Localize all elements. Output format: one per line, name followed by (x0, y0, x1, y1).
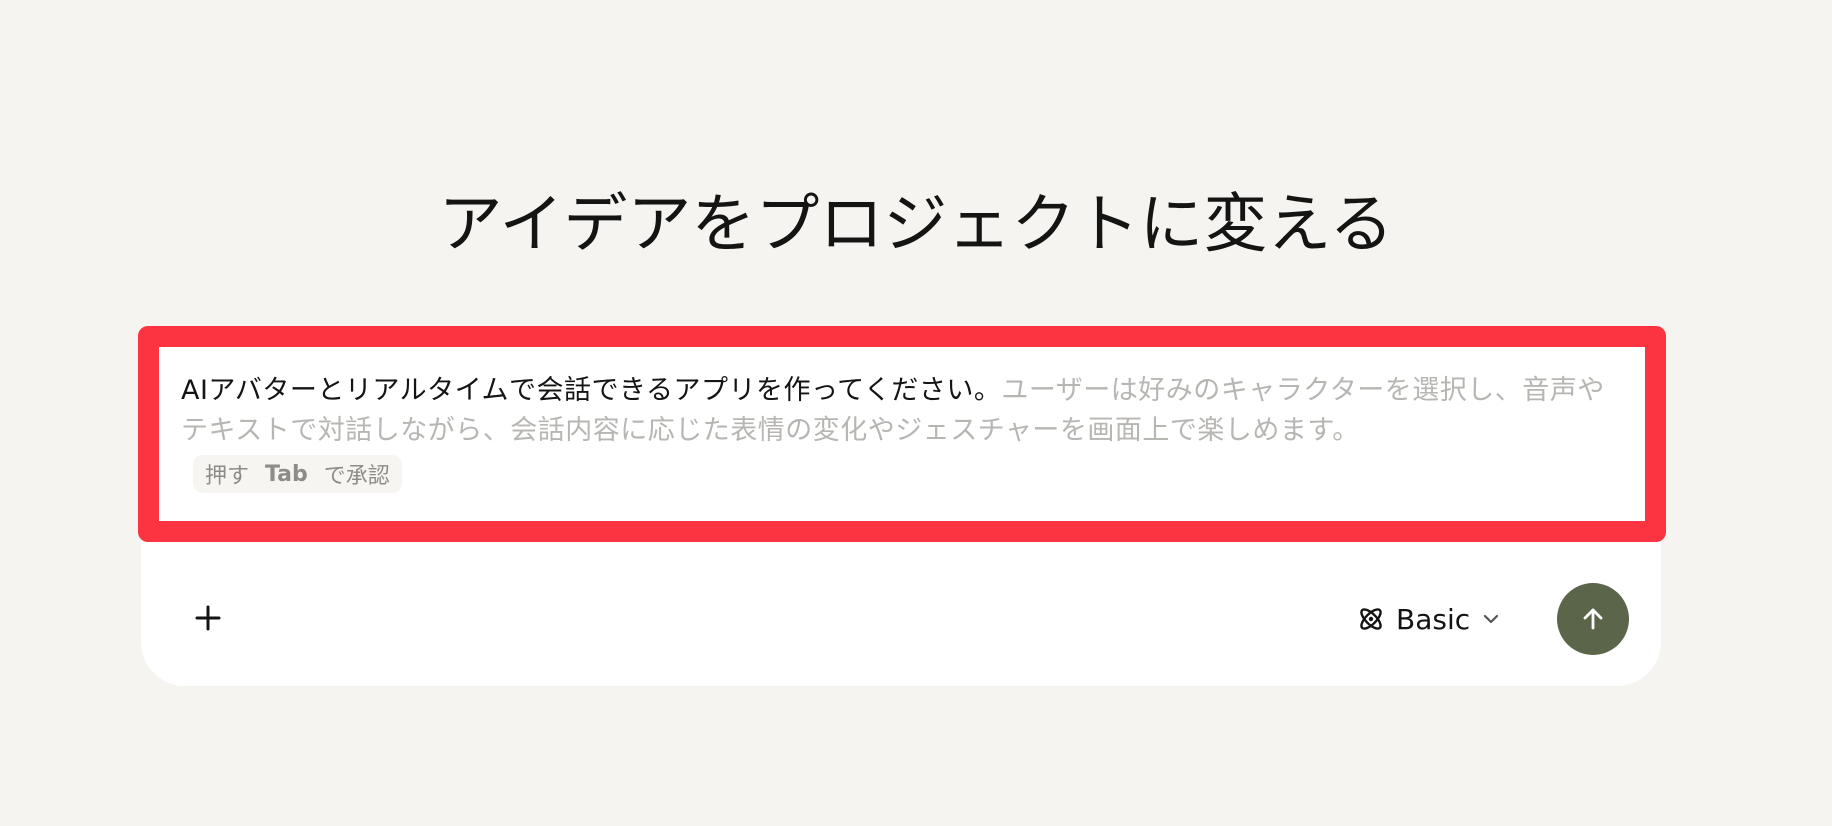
mode-selector[interactable]: Basic (1356, 598, 1502, 640)
send-button[interactable] (1557, 583, 1629, 655)
prompt-typed-text: AIアバターとリアルタイムで会話できるアプリを作ってください。 (181, 375, 1002, 406)
tab-hint-before: 押す (205, 464, 250, 489)
plus-icon (195, 605, 221, 631)
add-attachment-button[interactable] (188, 596, 228, 640)
tab-hint-after: で承認 (323, 464, 390, 489)
chevron-down-icon (1484, 614, 1499, 624)
page-title: アイデアをプロジェクトに変える (438, 188, 1394, 262)
arrow-up-icon (1583, 608, 1603, 630)
mode-label: Basic (1396, 602, 1471, 636)
tab-accept-hint: 押す Tab で承認 (193, 455, 402, 493)
prompt-input[interactable]: AIアバターとリアルタイムで会話できるアプリを作ってください。ユーザーは好みのキ… (181, 371, 1621, 451)
tab-hint-key: Tab (265, 461, 308, 487)
atom-icon (1360, 608, 1382, 630)
